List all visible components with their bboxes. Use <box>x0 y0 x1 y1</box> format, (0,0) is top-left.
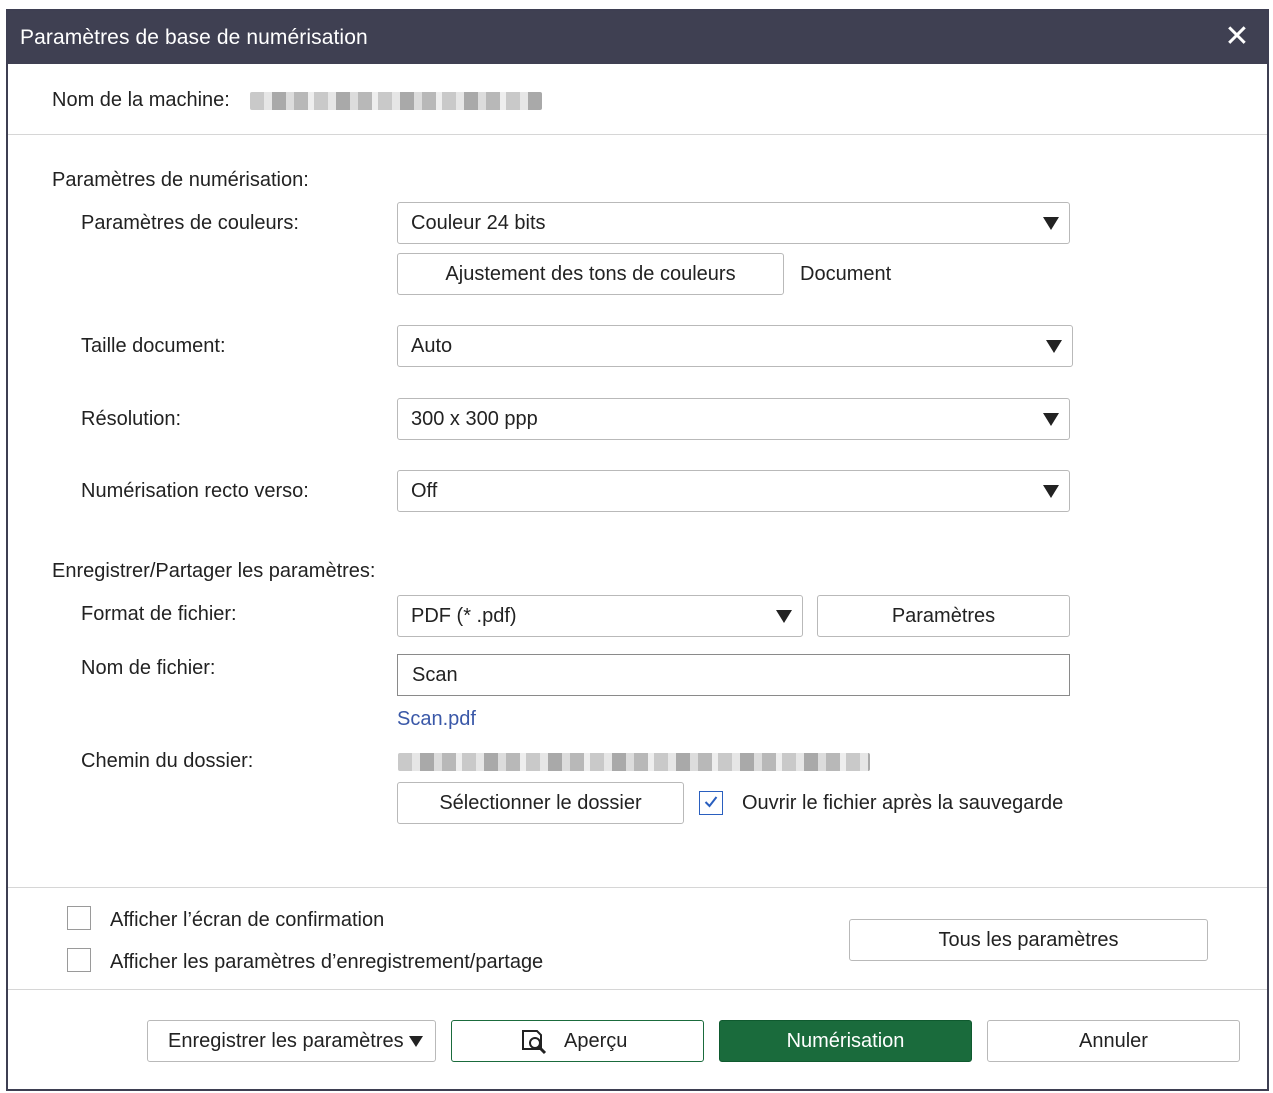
file-format-select[interactable]: PDF (* .pdf) <box>397 595 803 637</box>
open-after-save-checkbox[interactable] <box>699 791 723 815</box>
file-name-label: Nom de fichier: <box>81 657 216 679</box>
save-settings-title: Enregistrer/Partager les paramètres: <box>52 560 376 582</box>
divider <box>8 887 1267 888</box>
color-tone-adjust-button[interactable]: Ajustement des tons de couleurs <box>397 253 784 295</box>
save-settings-dropdown-button[interactable]: Enregistrer les paramètres <box>147 1020 436 1062</box>
title-bar: Paramètres de base de numérisation ✕ <box>8 11 1267 64</box>
cancel-button[interactable]: Annuler <box>987 1020 1240 1062</box>
scan-settings-dialog: Paramètres de base de numérisation ✕ Nom… <box>6 9 1269 1091</box>
chevron-down-icon <box>1046 340 1062 353</box>
window-title: Paramètres de base de numérisation <box>20 26 368 49</box>
duplex-label: Numérisation recto verso: <box>81 480 309 502</box>
show-save-settings-label: Afficher les paramètres d’enregistrement… <box>110 951 544 973</box>
scan-settings-title: Paramètres de numérisation: <box>52 169 309 191</box>
show-confirm-label: Afficher l’écran de confirmation <box>110 909 385 931</box>
file-format-label: Format de fichier: <box>81 603 237 625</box>
select-folder-button[interactable]: Sélectionner le dossier <box>397 782 684 824</box>
resolution-value: 300 x 300 ppp <box>411 408 538 430</box>
file-name-preview: Scan.pdf <box>397 708 476 730</box>
divider <box>8 989 1267 990</box>
open-after-save-label: Ouvrir le fichier après la sauvegarde <box>742 792 1064 814</box>
duplex-select[interactable]: Off <box>397 470 1070 512</box>
divider <box>8 134 1267 135</box>
save-settings-button-label: Enregistrer les paramètres <box>168 1030 404 1052</box>
file-format-value: PDF (* .pdf) <box>411 605 517 627</box>
show-confirm-checkbox[interactable] <box>67 906 91 930</box>
resolution-label: Résolution: <box>81 408 182 430</box>
preview-button[interactable]: Aperçu <box>451 1020 704 1062</box>
chevron-down-icon <box>409 1036 423 1047</box>
chevron-down-icon <box>1043 485 1059 498</box>
format-params-button[interactable]: Paramètres <box>817 595 1070 637</box>
color-tone-value: Document <box>800 263 892 285</box>
document-size-value: Auto <box>411 335 453 357</box>
document-size-select[interactable]: Auto <box>397 325 1073 367</box>
resolution-select[interactable]: 300 x 300 ppp <box>397 398 1070 440</box>
file-name-value: Scan <box>412 664 458 686</box>
chevron-down-icon <box>1043 413 1059 426</box>
duplex-value: Off <box>411 480 438 502</box>
scan-button[interactable]: Numérisation <box>719 1020 972 1062</box>
show-save-settings-checkbox[interactable] <box>67 948 91 972</box>
machine-name-value-redacted <box>250 92 542 110</box>
folder-path-value-redacted <box>398 753 870 771</box>
all-settings-button[interactable]: Tous les paramètres <box>849 919 1208 961</box>
file-name-input[interactable]: Scan <box>397 654 1070 696</box>
preview-magnifier-icon <box>522 1030 547 1055</box>
document-size-label: Taille document: <box>81 335 226 357</box>
checkmark-icon <box>704 796 718 808</box>
close-icon[interactable]: ✕ <box>1221 21 1253 53</box>
preview-button-label: Aperçu <box>564 1030 628 1052</box>
chevron-down-icon <box>776 610 792 623</box>
color-settings-select[interactable]: Couleur 24 bits <box>397 202 1070 244</box>
chevron-down-icon <box>1043 217 1059 230</box>
folder-path-label: Chemin du dossier: <box>81 750 254 772</box>
color-settings-value: Couleur 24 bits <box>411 212 546 234</box>
machine-name-label: Nom de la machine: <box>52 89 230 111</box>
color-settings-label: Paramètres de couleurs: <box>81 212 299 234</box>
